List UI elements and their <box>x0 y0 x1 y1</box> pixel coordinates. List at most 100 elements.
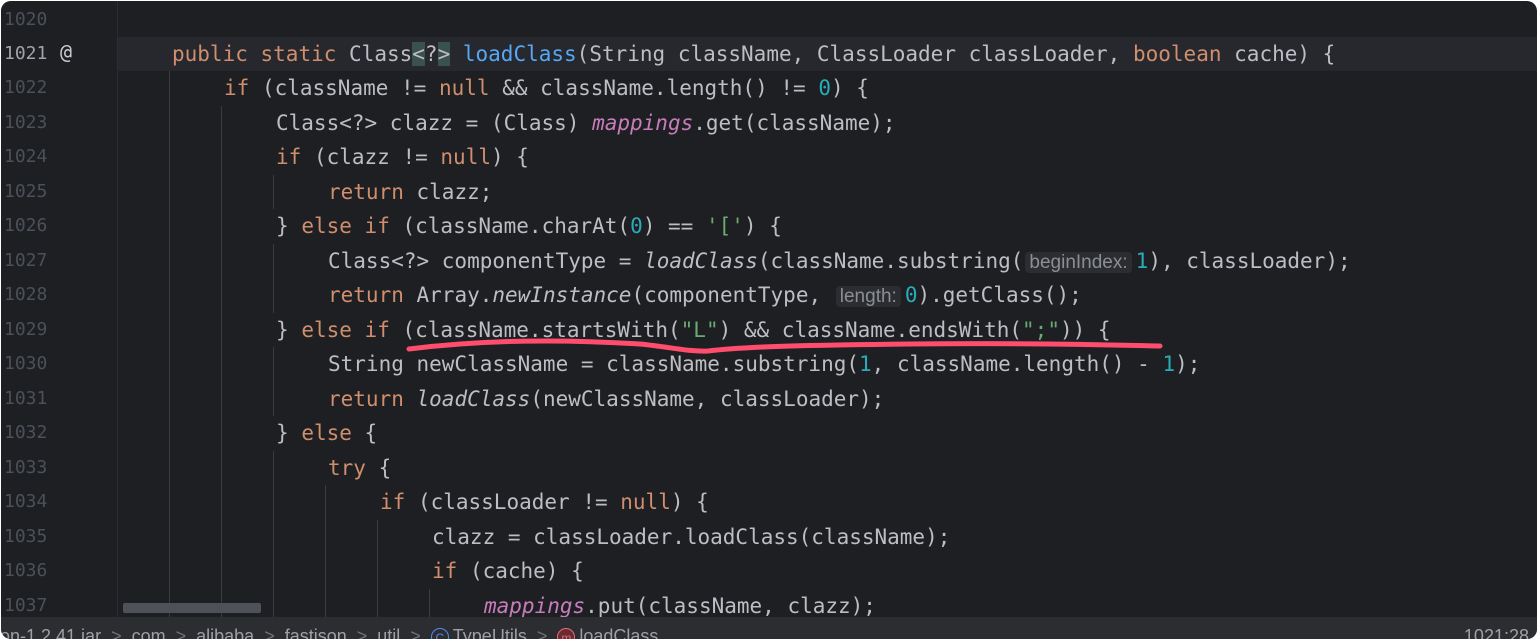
line-number: 1025 <box>4 181 48 202</box>
code-text: { <box>364 421 378 445</box>
code-text: Class<?> clazz = (Class) <box>276 111 580 135</box>
string-literal: '[' <box>705 214 744 238</box>
number-literal: 0 <box>904 283 918 307</box>
parameter-hint: length: <box>835 286 901 307</box>
indent-guide <box>169 71 170 617</box>
horizontal-scrollbar-thumb[interactable] <box>123 603 261 613</box>
breadcrumb: son-1.2.41.jar > com > alibaba > fastjson > util… <box>1 625 668 639</box>
code-text: && className.length() != <box>502 76 806 100</box>
static-field: mappings <box>592 111 694 135</box>
line-number-current: 1021 <box>4 43 48 64</box>
number-literal: 1 <box>859 352 872 376</box>
line-number: 1029 <box>4 319 48 340</box>
override-at-icon[interactable]: @ <box>60 35 72 69</box>
code-text: ) { <box>670 490 709 514</box>
chevron-right-icon: > <box>356 626 368 639</box>
code-text: { <box>378 456 392 480</box>
method-icon: m <box>557 628 576 639</box>
keyword: if <box>364 214 390 238</box>
indent-guide <box>273 451 274 617</box>
code-line-1025[interactable]: return clazz; <box>328 175 492 209</box>
line-number: 1020 <box>4 9 48 30</box>
code-text: (className.charAt( <box>402 214 631 238</box>
breadcrumb-item-method[interactable]: loadClass <box>579 626 658 639</box>
breadcrumb-item-class[interactable]: TypeUtils <box>453 626 527 639</box>
chevron-right-icon: > <box>264 626 275 639</box>
number-literal: 1 <box>1162 352 1176 376</box>
parameter-hint: beginIndex: <box>1025 252 1132 273</box>
keyword: if <box>380 490 406 514</box>
code-line-1027[interactable]: Class<?> componentType = loadClass(class… <box>328 244 1351 278</box>
breadcrumb-item-fastjson[interactable]: fastjson <box>285 626 347 639</box>
indent-guide <box>273 244 274 313</box>
keyword: if <box>364 318 390 342</box>
keyword: return <box>328 180 404 204</box>
keyword: if <box>432 559 458 583</box>
caret-position[interactable]: 1021:28 <box>1464 625 1529 639</box>
code-text: (className.startsWith( <box>402 318 681 342</box>
breadcrumb-item-jar[interactable]: son-1.2.41.jar <box>1 626 101 639</box>
indent-guide <box>377 520 378 617</box>
code-text: } <box>276 318 289 342</box>
code-text: (className.substring( <box>757 249 1024 273</box>
number-literal: 0 <box>818 76 831 100</box>
code-line-1030[interactable]: String newClassName = className.substrin… <box>328 347 1200 381</box>
class-icon: C <box>430 628 449 639</box>
code-line-1024[interactable]: if (clazz != null) { <box>276 140 529 174</box>
line-number: 1026 <box>4 215 48 236</box>
breadcrumb-item-util[interactable]: util <box>377 626 400 639</box>
line-number: 1034 <box>4 491 48 512</box>
line-number: 1028 <box>4 284 48 305</box>
code-line-1021[interactable]: public static Class<?> loadClass(String … <box>172 37 1335 71</box>
code-text: clazz = classLoader.loadClass(className)… <box>432 525 951 549</box>
code-line-1036[interactable]: if (cache) { <box>432 554 584 588</box>
indent-guide <box>221 106 222 617</box>
gutter-divider <box>117 1 118 617</box>
code-line-1023[interactable]: Class<?> clazz = (Class) mappings.get(cl… <box>276 106 896 140</box>
keyword: if <box>224 76 250 100</box>
chevron-right-icon: > <box>536 626 548 639</box>
keyword: return <box>328 283 404 307</box>
code-text: (newClassName, classLoader); <box>530 387 885 411</box>
line-number: 1023 <box>4 112 48 133</box>
line-number: 1027 <box>4 250 48 271</box>
bracket-match: < <box>412 42 425 66</box>
code-text: (clazz != <box>313 145 428 169</box>
code-text: ? <box>424 42 438 66</box>
status-bar: son-1.2.41.jar > com > alibaba > fastjson > util… <box>1 617 1537 639</box>
line-number: 1022 <box>4 77 48 98</box>
code-line-1028[interactable]: return Array.newInstance(componentType, … <box>328 278 1082 312</box>
code-line-1032[interactable]: } else { <box>276 416 377 450</box>
line-number: 1033 <box>4 457 48 478</box>
code-text: ).getClass(); <box>917 283 1082 307</box>
code-line-1033[interactable]: try { <box>328 451 391 485</box>
code-line-1031[interactable]: return loadClass(newClassName, classLoad… <box>328 382 884 416</box>
chevron-right-icon: > <box>111 626 122 639</box>
code-line-1026[interactable]: } else if (className.charAt(0) == '[') { <box>276 209 782 243</box>
keyword: null <box>440 145 491 169</box>
method-name: loadClass <box>462 42 577 66</box>
code-text: } <box>276 214 289 238</box>
breadcrumb-item-com[interactable]: com <box>132 626 166 639</box>
keyword: public <box>172 42 248 66</box>
keyword: null <box>620 490 671 514</box>
code-text: } <box>276 421 289 445</box>
code-text: .get(className); <box>693 111 896 135</box>
code-text: (classLoader != <box>417 490 608 514</box>
number-literal: 1 <box>1135 249 1149 273</box>
code-text: )) { <box>1059 318 1111 342</box>
breadcrumb-item-alibaba[interactable]: alibaba <box>196 626 254 639</box>
code-text: (componentType, <box>631 283 822 307</box>
code-text: Class <box>349 42 413 66</box>
code-line-1035[interactable]: clazz = classLoader.loadClass(className)… <box>432 520 950 554</box>
code-text: String newClassName = className.substrin… <box>328 352 860 376</box>
line-number: 1036 <box>4 560 48 581</box>
static-method: loadClass <box>416 387 531 411</box>
code-line-1022[interactable]: if (className != null && className.lengt… <box>224 71 869 105</box>
keyword: boolean <box>1132 42 1222 66</box>
code-text: cache) { <box>1234 42 1336 66</box>
code-line-1029[interactable]: } else if (className.startsWith("L") && … <box>276 313 1111 347</box>
code-line-1034[interactable]: if (classLoader != null) { <box>380 485 709 519</box>
code-text: (className != <box>261 76 427 100</box>
string-literal: "L" <box>680 318 719 342</box>
